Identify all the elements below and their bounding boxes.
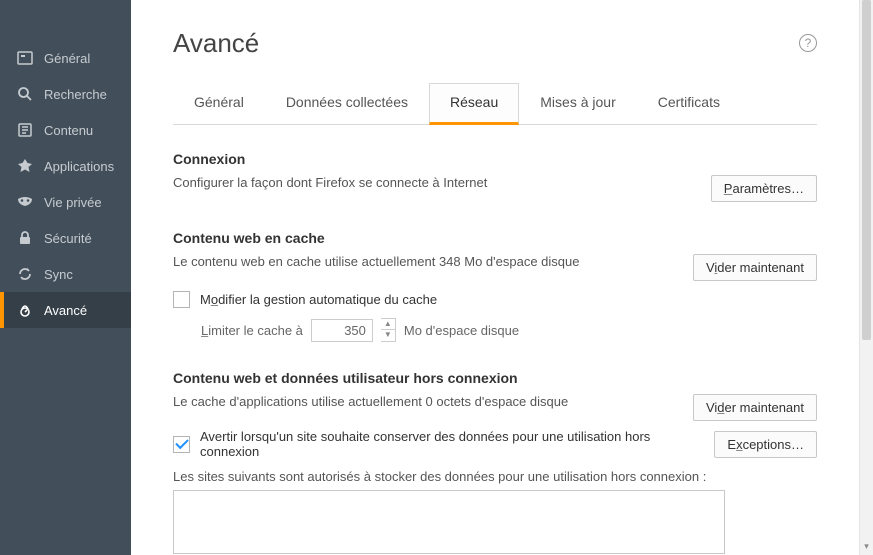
sidebar: Général Recherche Contenu Applications V…: [0, 0, 131, 555]
section-cache: Contenu web en cache Le contenu web en c…: [173, 230, 817, 342]
advanced-icon: [16, 301, 34, 319]
window-scrollbar[interactable]: ▴ ▾: [859, 0, 873, 555]
content-icon: [16, 121, 34, 139]
lock-icon: [16, 229, 34, 247]
sub-tabs: Général Données collectées Réseau Mises …: [173, 83, 817, 125]
applications-icon: [16, 157, 34, 175]
connection-settings-button[interactable]: Paramètres…: [711, 175, 817, 202]
sidebar-item-label: Applications: [44, 159, 114, 174]
offline-allowed-sites-list[interactable]: [173, 490, 725, 554]
sidebar-item-label: Contenu: [44, 123, 93, 138]
sidebar-item-label: Avancé: [44, 303, 87, 318]
sidebar-item-content[interactable]: Contenu: [0, 112, 131, 148]
sidebar-item-label: Général: [44, 51, 90, 66]
sidebar-item-security[interactable]: Sécurité: [0, 220, 131, 256]
cache-limit-spinner[interactable]: ▲▼: [381, 318, 396, 342]
sidebar-item-label: Vie privée: [44, 195, 102, 210]
connection-title: Connexion: [173, 151, 817, 167]
offline-exceptions-button[interactable]: Exceptions…: [714, 431, 817, 458]
sidebar-item-advanced[interactable]: Avancé: [0, 292, 131, 328]
search-icon: [16, 85, 34, 103]
general-icon: [16, 49, 34, 67]
sidebar-item-search[interactable]: Recherche: [0, 76, 131, 112]
cache-limit-suffix: Mo d'espace disque: [404, 323, 519, 338]
connection-desc: Configurer la façon dont Firefox se conn…: [173, 175, 487, 190]
cache-limit-input[interactable]: [311, 319, 373, 342]
section-connection: Connexion Configurer la façon dont Firef…: [173, 151, 817, 202]
section-offline: Contenu web et données utilisateur hors …: [173, 370, 817, 555]
offline-allowed-desc: Les sites suivants sont autorisés à stoc…: [173, 469, 817, 484]
offline-clear-button[interactable]: Vider maintenant: [693, 394, 817, 421]
cache-desc: Le contenu web en cache utilise actuelle…: [173, 254, 579, 269]
page-title: Avancé: [173, 28, 817, 59]
sidebar-item-privacy[interactable]: Vie privée: [0, 184, 131, 220]
cache-override-checkbox[interactable]: [173, 291, 190, 308]
sidebar-item-label: Recherche: [44, 87, 107, 102]
tab-updates[interactable]: Mises à jour: [519, 83, 636, 124]
sidebar-item-applications[interactable]: Applications: [0, 148, 131, 184]
sidebar-item-label: Sync: [44, 267, 73, 282]
cache-clear-button[interactable]: Vider maintenant: [693, 254, 817, 281]
tab-general[interactable]: Général: [173, 83, 265, 124]
tab-certificates[interactable]: Certificats: [637, 83, 741, 124]
tab-data-collected[interactable]: Données collectées: [265, 83, 429, 124]
offline-desc: Le cache d'applications utilise actuelle…: [173, 394, 568, 409]
sidebar-item-sync[interactable]: Sync: [0, 256, 131, 292]
privacy-mask-icon: [16, 193, 34, 211]
main-panel: ? Avancé Général Données collectées Rése…: [131, 0, 859, 555]
cache-override-label: Modifier la gestion automatique du cache: [200, 292, 437, 307]
sidebar-item-label: Sécurité: [44, 231, 92, 246]
cache-title: Contenu web en cache: [173, 230, 817, 246]
tab-network[interactable]: Réseau: [429, 83, 519, 125]
cache-limit-prefix: Limiter le cache à: [201, 323, 303, 338]
help-icon[interactable]: ?: [799, 34, 817, 52]
offline-notify-label: Avertir lorsqu'un site souhaite conserve…: [200, 429, 698, 459]
offline-title: Contenu web et données utilisateur hors …: [173, 370, 817, 386]
sync-icon: [16, 265, 34, 283]
offline-notify-checkbox[interactable]: [173, 436, 190, 453]
sidebar-item-general[interactable]: Général: [0, 40, 131, 76]
